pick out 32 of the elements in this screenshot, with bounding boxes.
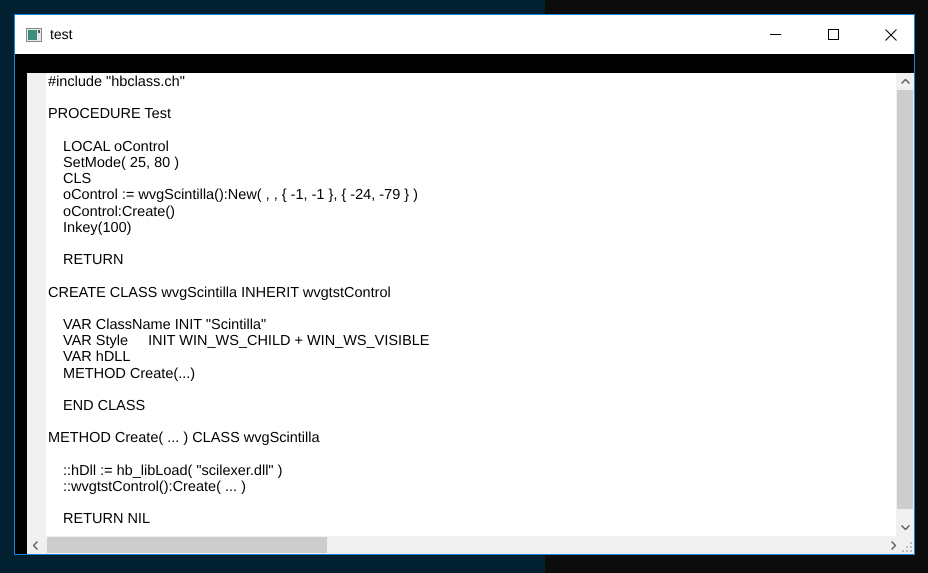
vertical-scrollbar[interactable] — [896, 73, 914, 536]
code-line: ::wvgtstControl():Create( ... ) — [63, 478, 246, 496]
code-line: SetMode( 25, 80 ) — [63, 154, 180, 172]
app-icon — [26, 28, 42, 42]
code-line: oControl := wvgScintilla():New( , , { -1, -1 }, { -24, -79 } ) — [63, 187, 418, 204]
scroll-right-icon — [891, 540, 896, 550]
code-line: LOCAL oControl — [63, 138, 169, 155]
code-line: oControl:Create() — [63, 204, 176, 220]
code-line: CREATE CLASS wvgScintilla INHERIT wvgtstControl — [48, 284, 391, 301]
maximize-icon — [828, 29, 838, 40]
scroll-left-icon — [33, 540, 38, 550]
window-title: test — [50, 25, 73, 44]
code-line: METHOD Create( ... ) CLASS wvgScintilla — [48, 430, 320, 447]
code-line: VAR ClassName INIT "Scintilla" — [63, 316, 266, 334]
scrollbar-thumb[interactable] — [47, 537, 327, 553]
resize-grip-icon — [902, 542, 912, 552]
code-line: END CLASS — [63, 398, 146, 414]
code-line: VAR Style INIT WIN_WS_CHILD + WIN_WS_VISIBLE — [63, 333, 430, 350]
code-line: ::hDll := hb_libLoad( "scilexer.dll" ) — [63, 462, 282, 479]
scroll-up-icon — [900, 79, 910, 84]
close-icon — [885, 28, 897, 40]
code-line: CLS — [63, 171, 92, 188]
scroll-down-icon — [900, 525, 910, 530]
code-line: PROCEDURE Test — [48, 106, 172, 123]
code-line: VAR hDLL — [63, 349, 130, 366]
code-line: METHOD Create(...) — [63, 366, 196, 382]
code-line: #include "hbclass.ch" — [48, 74, 185, 90]
code-line: RETURN NIL — [63, 511, 150, 528]
code-line: Inkey(100) — [63, 220, 132, 236]
minimize-icon — [770, 34, 780, 35]
code-line: RETURN — [63, 252, 124, 268]
scrollbar-thumb[interactable] — [897, 90, 913, 509]
